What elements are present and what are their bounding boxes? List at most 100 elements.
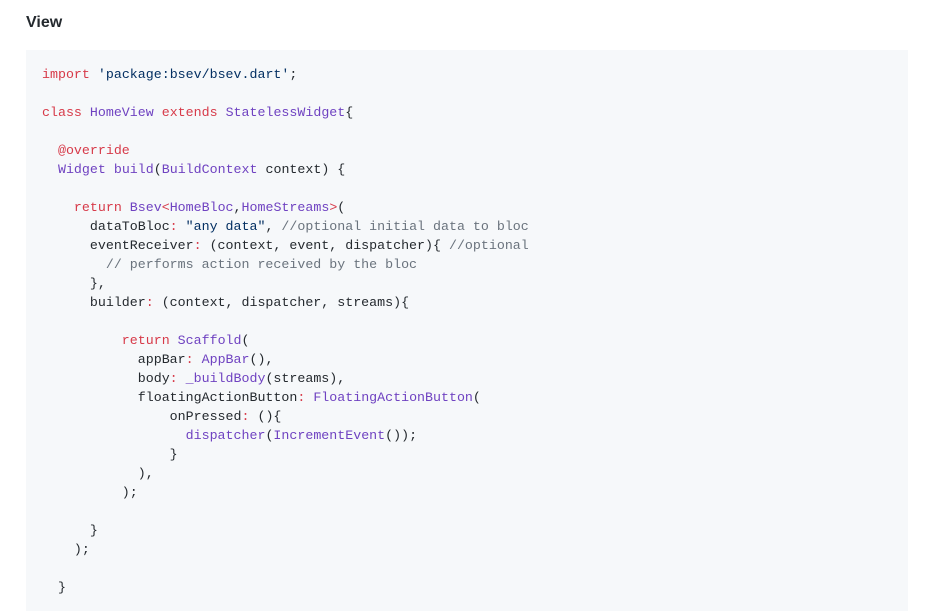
code-token-keyword: return bbox=[121, 333, 170, 348]
code-token-string: "any data" bbox=[185, 219, 266, 234]
code-token-keyword: : bbox=[145, 295, 154, 310]
code-line: onPressed: (){ bbox=[42, 407, 529, 426]
code-token-class-name: _buildBody bbox=[185, 371, 266, 386]
code-token-class-name: HomeStreams bbox=[241, 200, 330, 215]
code-token-plain: (context, event, dispatcher){ bbox=[201, 238, 449, 253]
code-token-plain: { bbox=[345, 105, 354, 120]
code-line: builder: (context, dispatcher, streams){ bbox=[42, 293, 529, 312]
code-token-plain: ( bbox=[472, 390, 481, 405]
code-token-class-name: Scaffold bbox=[177, 333, 242, 348]
code-token-plain: ), bbox=[42, 466, 154, 481]
code-token-class-name: AppBar bbox=[201, 352, 250, 367]
code-token-annotation: @override bbox=[57, 143, 130, 158]
code-line: class HomeView extends StatelessWidget{ bbox=[42, 103, 529, 122]
code-token-class-name: StatelessWidget bbox=[225, 105, 346, 120]
code-line: return Scaffold( bbox=[42, 331, 529, 350]
code-token-plain: (context, dispatcher, streams){ bbox=[153, 295, 410, 310]
code-token-plain: body bbox=[42, 371, 170, 386]
code-line: ​ bbox=[42, 122, 529, 141]
code-token-keyword: : bbox=[169, 219, 178, 234]
code-token-plain: , bbox=[233, 200, 242, 215]
code-token-plain: , bbox=[265, 219, 282, 234]
code-token-plain: (){ bbox=[249, 409, 282, 424]
code-line: ), bbox=[42, 464, 529, 483]
code-line: }, bbox=[42, 274, 529, 293]
code-token-class-name: HomeBloc bbox=[169, 200, 234, 215]
code-line: Widget build(BuildContext context) { bbox=[42, 160, 529, 179]
code-token-string: 'package:bsev/bsev.dart' bbox=[97, 67, 290, 82]
code-token-plain: } bbox=[42, 523, 98, 538]
code-token-keyword: class bbox=[42, 105, 82, 120]
code-token-keyword: : bbox=[193, 238, 202, 253]
code-token-plain: }, bbox=[42, 276, 106, 291]
code-token-plain: eventReceiver bbox=[42, 238, 194, 253]
code-token-plain: ( bbox=[337, 200, 346, 215]
code-token-keyword: : bbox=[185, 352, 194, 367]
code-token-keyword: < bbox=[161, 200, 170, 215]
code-token-plain: } bbox=[42, 447, 178, 462]
code-line: dataToBloc: "any data", //optional initi… bbox=[42, 217, 529, 236]
code-token-plain: ); bbox=[42, 542, 90, 557]
code-token-class-name: dispatcher bbox=[185, 428, 266, 443]
code-line: ​ bbox=[42, 559, 529, 578]
code-token-class-name: Bsev bbox=[129, 200, 162, 215]
code-token-plain: } bbox=[42, 580, 66, 595]
code-token-class-name: HomeView bbox=[89, 105, 154, 120]
code-token-plain: ( bbox=[153, 162, 162, 177]
code-token-plain: onPressed bbox=[42, 409, 242, 424]
code-token-plain: ; bbox=[289, 67, 298, 82]
code-line: } bbox=[42, 445, 529, 464]
code-token-plain: dataToBloc bbox=[42, 219, 170, 234]
code-line: floatingActionButton: FloatingActionButt… bbox=[42, 388, 529, 407]
code-line: return Bsev<HomeBloc,HomeStreams>( bbox=[42, 198, 529, 217]
code-line: ); bbox=[42, 483, 529, 502]
code-token-plain: (), bbox=[249, 352, 274, 367]
code-line: ​ bbox=[42, 84, 529, 103]
code-token-class-name: IncrementEvent bbox=[273, 428, 386, 443]
code-token-comment: //optional bbox=[448, 238, 529, 253]
code-token-plain: ()); bbox=[385, 428, 418, 443]
code-line: import 'package:bsev/bsev.dart'; bbox=[42, 65, 529, 84]
code-token-plain: builder bbox=[42, 295, 146, 310]
code-token-plain: context) { bbox=[257, 162, 346, 177]
code-token-plain: ); bbox=[42, 485, 138, 500]
code-token-plain: (streams), bbox=[265, 371, 346, 386]
code-token-plain: floatingActionButton bbox=[42, 390, 298, 405]
code-content: import 'package:bsev/bsev.dart';​class H… bbox=[42, 65, 529, 597]
code-line: } bbox=[42, 521, 529, 540]
code-token-keyword: extends bbox=[161, 105, 218, 120]
code-token-plain: appBar bbox=[42, 352, 186, 367]
section-heading: View bbox=[26, 14, 63, 31]
code-token-class-name: FloatingActionButton bbox=[313, 390, 473, 405]
code-token-plain: ( bbox=[241, 333, 250, 348]
code-block: import 'package:bsev/bsev.dart';​class H… bbox=[26, 50, 908, 611]
code-line: eventReceiver: (context, event, dispatch… bbox=[42, 236, 529, 255]
code-token-keyword: return bbox=[73, 200, 122, 215]
code-line: body: _buildBody(streams), bbox=[42, 369, 529, 388]
code-line: ​ bbox=[42, 179, 529, 198]
code-line: dispatcher(IncrementEvent()); bbox=[42, 426, 529, 445]
code-token-class-name: Widget bbox=[57, 162, 106, 177]
code-line: } bbox=[42, 578, 529, 597]
code-token-class-name: BuildContext bbox=[161, 162, 258, 177]
code-line: @override bbox=[42, 141, 529, 160]
code-token-comment: //optional initial data to bloc bbox=[281, 219, 529, 234]
code-line: // performs action received by the bloc bbox=[42, 255, 529, 274]
code-token-keyword: : bbox=[169, 371, 178, 386]
code-token-comment: // performs action received by the bloc bbox=[105, 257, 418, 272]
